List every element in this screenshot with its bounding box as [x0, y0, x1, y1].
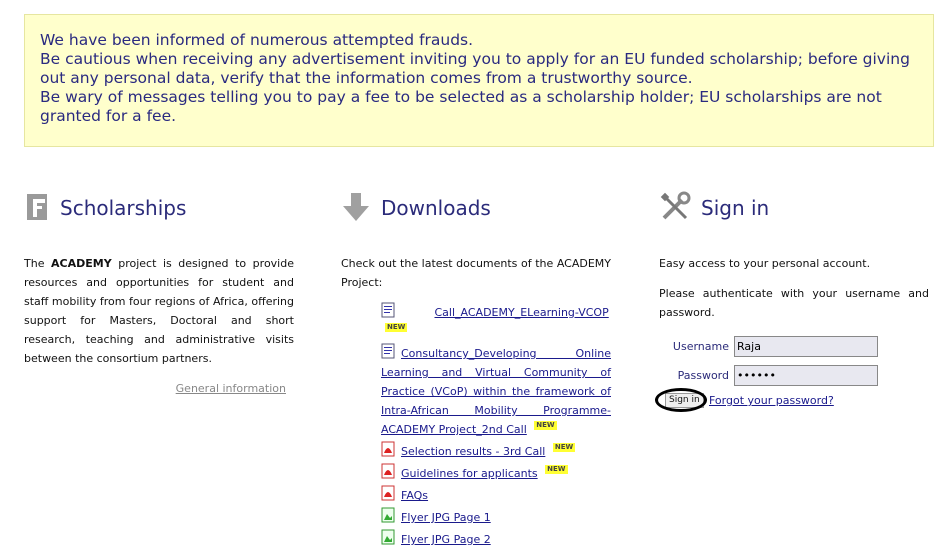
username-label: Username	[672, 340, 729, 353]
signin-intro: Easy access to your personal account.	[659, 257, 871, 270]
scholarships-section: Scholarships The ACADEMY project is desi…	[24, 190, 294, 395]
download-item: Guidelines for applicants NEW	[381, 463, 611, 483]
downloads-list: Call_ACADEMY_ELearning-VCOP NEW Consulta…	[381, 302, 611, 549]
download-arrow-icon	[341, 191, 371, 226]
pdf-icon	[381, 463, 395, 479]
pdf-icon	[381, 441, 395, 457]
signin-section: Sign in Easy access to your personal acc…	[655, 190, 929, 420]
download-link[interactable]: Guidelines for applicants	[401, 467, 538, 480]
image-icon	[381, 507, 395, 523]
download-item: Call_ACADEMY_ELearning-VCOP NEW	[381, 302, 611, 341]
scholarships-title: Scholarships	[60, 196, 187, 220]
signin-instructions: Please authenticate with your username a…	[659, 287, 929, 319]
notice-line-1: We have been informed of numerous attemp…	[40, 31, 474, 49]
download-link[interactable]: Call_ACADEMY_ELearning-VCOP	[435, 306, 609, 319]
signin-title: Sign in	[701, 196, 770, 220]
download-item: Consultancy_Developing Online Learning a…	[381, 343, 611, 439]
pdf-icon	[381, 485, 395, 501]
word-doc-icon	[381, 302, 395, 318]
notice-line-2: Be cautious when receiving any advertise…	[40, 50, 910, 87]
downloads-intro: Check out the latest documents of the AC…	[341, 257, 611, 289]
new-badge: NEW	[385, 323, 408, 332]
username-input[interactable]	[734, 336, 878, 357]
new-badge: NEW	[534, 421, 557, 430]
download-link[interactable]: Consultancy_Developing Online Learning a…	[381, 347, 611, 436]
annotation-ellipse	[655, 388, 707, 412]
fraud-warning-notice: We have been informed of numerous attemp…	[24, 14, 934, 147]
new-badge: NEW	[545, 465, 568, 474]
password-input[interactable]	[734, 365, 878, 386]
downloads-section: Downloads Check out the latest documents…	[341, 190, 611, 551]
scholarships-icon	[24, 192, 50, 225]
downloads-title: Downloads	[381, 196, 491, 220]
notice-line-3: Be wary of messages telling you to pay a…	[40, 88, 882, 125]
download-item: Selection results - 3rd Call NEW	[381, 441, 611, 461]
word-doc-icon	[381, 343, 395, 359]
download-link[interactable]: Selection results - 3rd Call	[401, 445, 545, 458]
download-item: FAQs	[381, 485, 611, 505]
general-information-link[interactable]: General information	[24, 382, 286, 395]
download-item: Flyer JPG Page 1	[381, 507, 611, 527]
download-item: Flyer JPG Page 2	[381, 529, 611, 549]
forgot-password-link[interactable]: Forgot your password?	[709, 394, 834, 407]
scholarships-description: The ACADEMY project is designed to provi…	[24, 257, 294, 365]
password-label: Password	[677, 369, 729, 382]
download-link[interactable]: Flyer JPG Page 1	[401, 511, 491, 524]
download-link[interactable]: Flyer JPG Page 2	[401, 533, 491, 546]
tools-icon	[659, 191, 691, 226]
download-link[interactable]: FAQs	[401, 489, 428, 502]
image-icon	[381, 529, 395, 545]
new-badge: NEW	[552, 443, 576, 452]
